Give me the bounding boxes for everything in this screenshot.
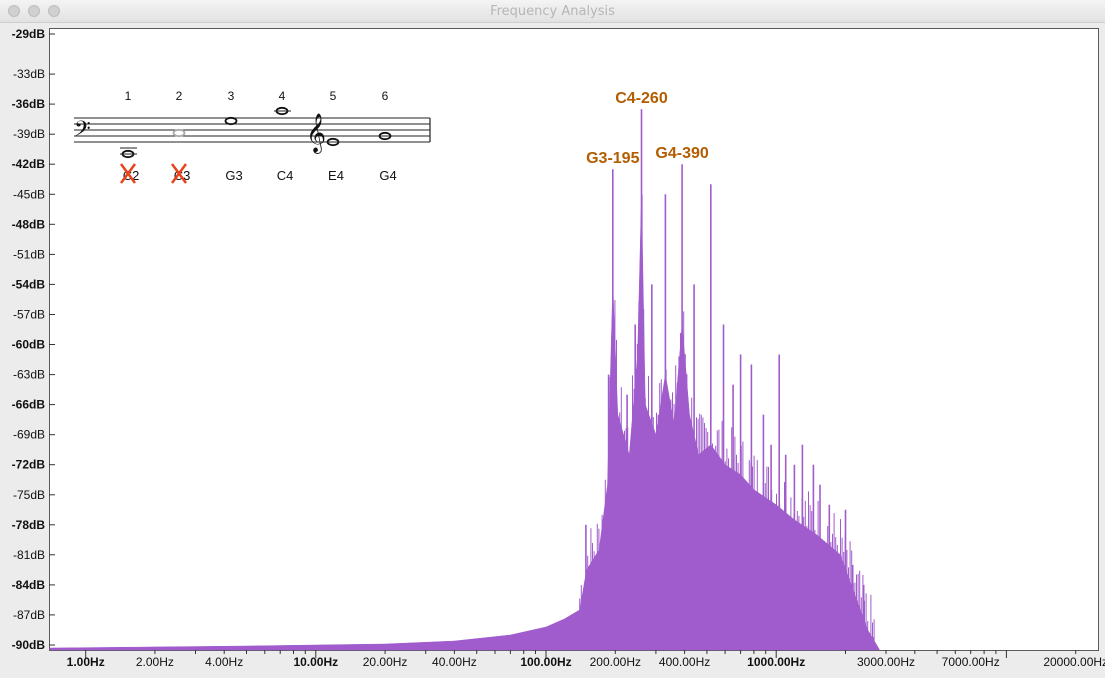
note-name: G3 <box>225 168 242 183</box>
y-tick-label: -36dB <box>12 97 46 111</box>
x-tick-label: 10.00Hz <box>293 655 338 669</box>
x-tick-label: 1.00Hz <box>67 655 105 669</box>
x-tick-label: 100.00Hz <box>520 655 571 669</box>
inset-number: 2 <box>176 89 183 103</box>
y-tick-label: -60dB <box>12 338 46 352</box>
y-tick-label: -63dB <box>13 368 45 382</box>
y-tick-label: -90dB <box>12 638 46 652</box>
x-tick-label: 20.00Hz <box>363 655 408 669</box>
y-tick-label: -45dB <box>13 187 45 201</box>
peak-label: C4-260 <box>615 90 668 107</box>
peak-annotations: C4-260 G3-195 G4-390 <box>586 90 709 167</box>
inset-number: 5 <box>330 89 337 103</box>
y-tick-label: -39dB <box>13 127 45 141</box>
y-tick-label: -87dB <box>13 608 45 622</box>
peak-label: G3-195 <box>586 150 639 167</box>
spectrum-area <box>49 194 880 651</box>
y-tick-label: -81dB <box>13 548 45 562</box>
note-name: E4 <box>328 168 344 183</box>
whole-note-icon <box>172 128 186 138</box>
inset-number: 4 <box>279 89 286 103</box>
inset-number: 1 <box>125 89 132 103</box>
y-tick-label: -29dB <box>12 27 46 41</box>
note-name: C4 <box>277 168 294 183</box>
treble-clef-icon: 𝄞 <box>306 114 326 154</box>
bass-clef-icon: 𝄢 <box>74 116 91 146</box>
note-name: G4 <box>379 168 396 183</box>
y-tick-label: -84dB <box>12 578 46 592</box>
x-tick-label: 4.00Hz <box>205 655 243 669</box>
y-tick-label: -33dB <box>13 67 45 81</box>
y-tick-label: -42dB <box>12 157 46 171</box>
x-axis: 1.00Hz 2.00Hz 4.00Hz 10.00Hz 20.00Hz 40.00Hz 1… <box>67 650 1105 669</box>
peak-label: G4-390 <box>655 145 708 162</box>
y-tick-label: -78dB <box>12 518 46 532</box>
y-tick-label: -69dB <box>13 428 45 442</box>
notation-inset: 𝄢𝄞1C22C33G34C45E46G4 <box>74 89 431 184</box>
x-tick-label: 400.00Hz <box>659 655 710 669</box>
x-tick-label: 200.00Hz <box>590 655 641 669</box>
frequency-chart: C4-260G3-195G4-390 𝄢𝄞1C22C33G34C45E46G4 … <box>12 27 1105 669</box>
x-tick-label: 1000.00Hz <box>747 655 805 669</box>
y-tick-label: -54dB <box>12 277 46 291</box>
y-tick-label: -48dB <box>12 217 46 231</box>
y-tick-label: -57dB <box>13 308 45 322</box>
x-tick-label: 7000.00Hz <box>942 655 1000 669</box>
y-tick-label: -51dB <box>13 247 45 261</box>
whole-note-icon <box>224 116 238 126</box>
y-axis: -29dB -33dB -36dB -39dB -42dB -45dB -48dB -51dB… <box>12 27 55 652</box>
x-tick-label: 40.00Hz <box>432 655 477 669</box>
y-tick-label: -66dB <box>12 398 46 412</box>
y-tick-label: -72dB <box>12 458 46 472</box>
spectrum-layer <box>49 194 880 651</box>
x-tick-label: 2.00Hz <box>136 655 174 669</box>
x-tick-label: 3000.00Hz <box>857 655 915 669</box>
y-tick-label: -75dB <box>13 488 45 502</box>
inset-number: 3 <box>228 89 235 103</box>
inset-number: 6 <box>382 89 389 103</box>
x-tick-label: 20000.00Hz <box>1043 655 1105 669</box>
